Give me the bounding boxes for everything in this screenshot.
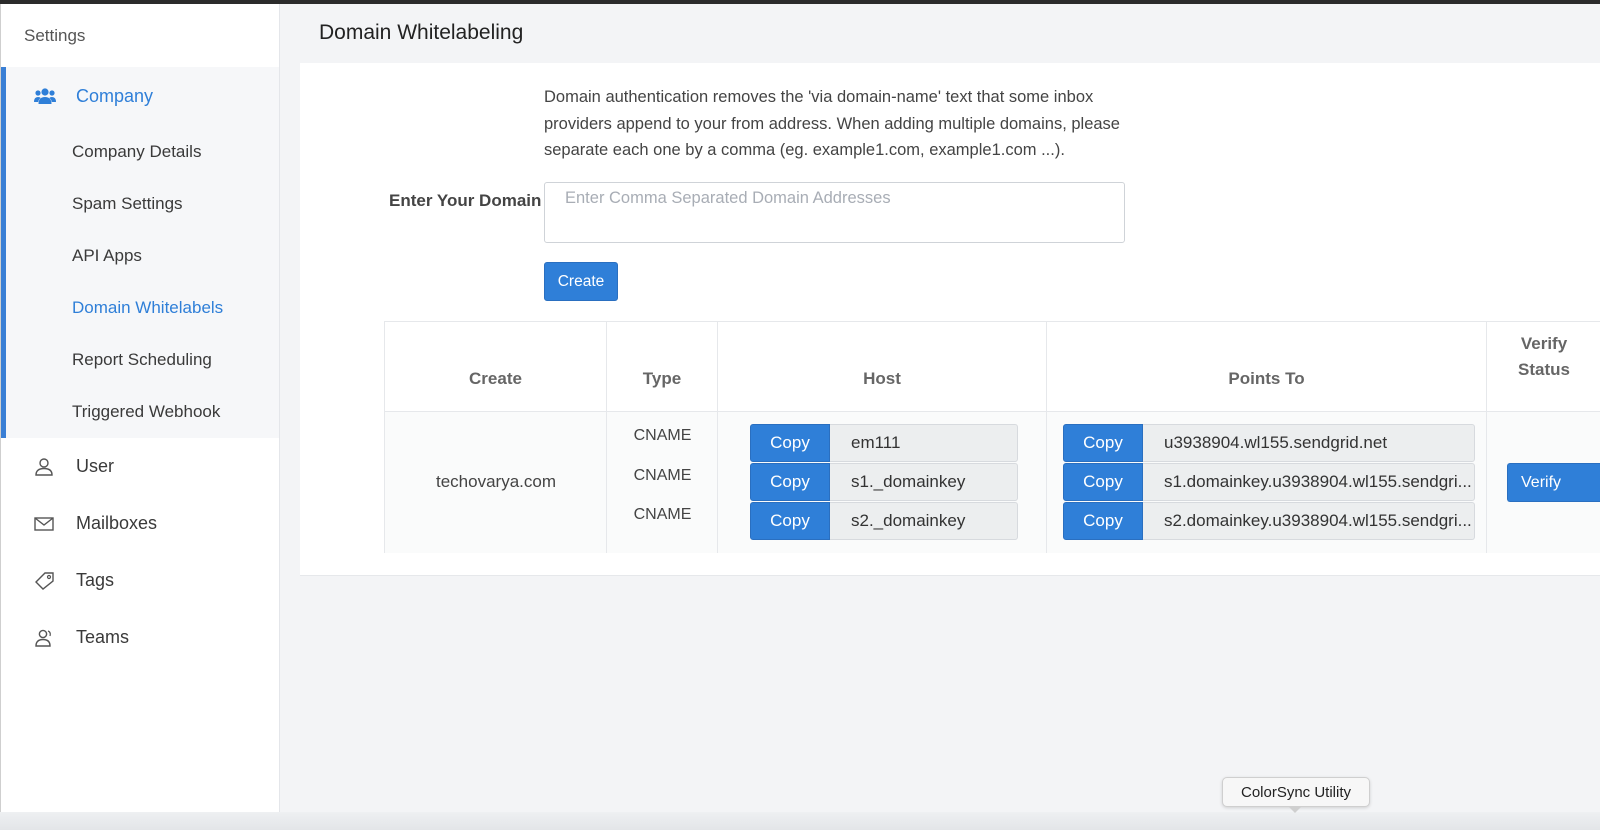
host-copy-group: Copy s2._domainkey <box>750 502 1018 540</box>
sidebar-item-tags[interactable]: Tags <box>1 552 279 609</box>
header-points-to: Points To <box>1047 322 1487 411</box>
company-label: Company <box>76 86 154 106</box>
company-group: Company Company Details Spam Settings AP… <box>1 67 279 438</box>
points-to-copy-group: Copy s1.domainkey.u3938904.wl155.sendgri… <box>1063 463 1475 501</box>
tooltip-pointer <box>1288 806 1302 813</box>
dns-records-table: Create Type Host Points To Verify Status… <box>384 321 1600 553</box>
mailboxes-label: Mailboxes <box>76 513 158 533</box>
sidebar-item-user[interactable]: User <box>1 438 279 495</box>
user-icon <box>34 457 56 477</box>
settings-sidebar: Settings Company Company Details Spam Se… <box>1 4 280 830</box>
users-icon <box>34 87 56 107</box>
tag-icon <box>34 571 56 591</box>
host-value[interactable]: em111 <box>830 424 1018 462</box>
points-to-value[interactable]: s1.domainkey.u3938904.wl155.sendgri... <box>1143 463 1475 501</box>
column-divider <box>1486 411 1487 553</box>
points-to-value[interactable]: u3938904.wl155.sendgrid.net <box>1143 424 1475 462</box>
header-verify-status: Verify Status <box>1487 322 1600 411</box>
copy-points-to-button[interactable]: Copy <box>1063 463 1143 501</box>
sidebar-item-company[interactable]: Company <box>6 67 279 126</box>
teams-label: Teams <box>76 627 130 647</box>
header-host: Host <box>718 322 1047 411</box>
tags-label: Tags <box>76 570 115 590</box>
sidebar-item-spam-settings[interactable]: Spam Settings <box>6 178 279 230</box>
column-divider <box>1046 411 1047 553</box>
host-value[interactable]: s2._domainkey <box>830 502 1018 540</box>
host-copy-group: Copy em111 <box>750 424 1018 462</box>
points-to-value[interactable]: s2.domainkey.u3938904.wl155.sendgri... <box>1143 502 1475 540</box>
sidebar-item-mailboxes[interactable]: Mailboxes <box>1 495 279 552</box>
row-domain: techovarya.com <box>436 472 556 491</box>
points-to-copy-group: Copy u3938904.wl155.sendgrid.net <box>1063 424 1475 462</box>
page-title: Domain Whitelabeling <box>319 21 524 44</box>
record-type: CNAME <box>633 467 692 484</box>
sidebar-item-triggered-webhook[interactable]: Triggered Webhook <box>6 386 279 438</box>
user-label: User <box>76 456 115 476</box>
sidebar-item-company-details[interactable]: Company Details <box>6 126 279 178</box>
record-type: CNAME <box>633 506 692 523</box>
team-icon <box>34 628 56 648</box>
points-to-copy-group: Copy s2.domainkey.u3938904.wl155.sendgri… <box>1063 502 1475 540</box>
header-verify-line2: Status <box>1518 359 1570 379</box>
copy-host-button[interactable]: Copy <box>750 424 830 462</box>
copy-host-button[interactable]: Copy <box>750 502 830 540</box>
sidebar-item-domain-whitelabels[interactable]: Domain Whitelabels <box>6 282 279 334</box>
sidebar-title: Settings <box>24 26 86 45</box>
header-create: Create <box>385 322 607 411</box>
copy-points-to-button[interactable]: Copy <box>1063 502 1143 540</box>
dock-shadow <box>0 812 1600 830</box>
create-button[interactable]: Create <box>544 262 618 301</box>
description-text: Domain authentication removes the 'via d… <box>544 88 1120 159</box>
domain-label: Enter Your Domain <box>389 191 542 210</box>
main-content: Domain Whitelabeling Domain authenticati… <box>280 4 1600 830</box>
domain-whitelabel-card: Domain authentication removes the 'via d… <box>300 63 1600 576</box>
copy-points-to-button[interactable]: Copy <box>1063 424 1143 462</box>
host-copy-group: Copy s1._domainkey <box>750 463 1018 501</box>
sidebar-item-api-apps[interactable]: API Apps <box>6 230 279 282</box>
dock-tooltip: ColorSync Utility <box>1222 777 1370 807</box>
sidebar-item-teams[interactable]: Teams <box>1 609 279 666</box>
header-verify-line1: Verify <box>1520 333 1568 353</box>
host-value[interactable]: s1._domainkey <box>830 463 1018 501</box>
verify-button[interactable]: Verify <box>1507 463 1600 502</box>
envelope-icon <box>34 514 56 534</box>
header-type: Type <box>607 322 718 411</box>
record-type: CNAME <box>633 427 692 444</box>
copy-host-button[interactable]: Copy <box>750 463 830 501</box>
domain-input[interactable] <box>544 182 1125 243</box>
sidebar-item-report-scheduling[interactable]: Report Scheduling <box>6 334 279 386</box>
